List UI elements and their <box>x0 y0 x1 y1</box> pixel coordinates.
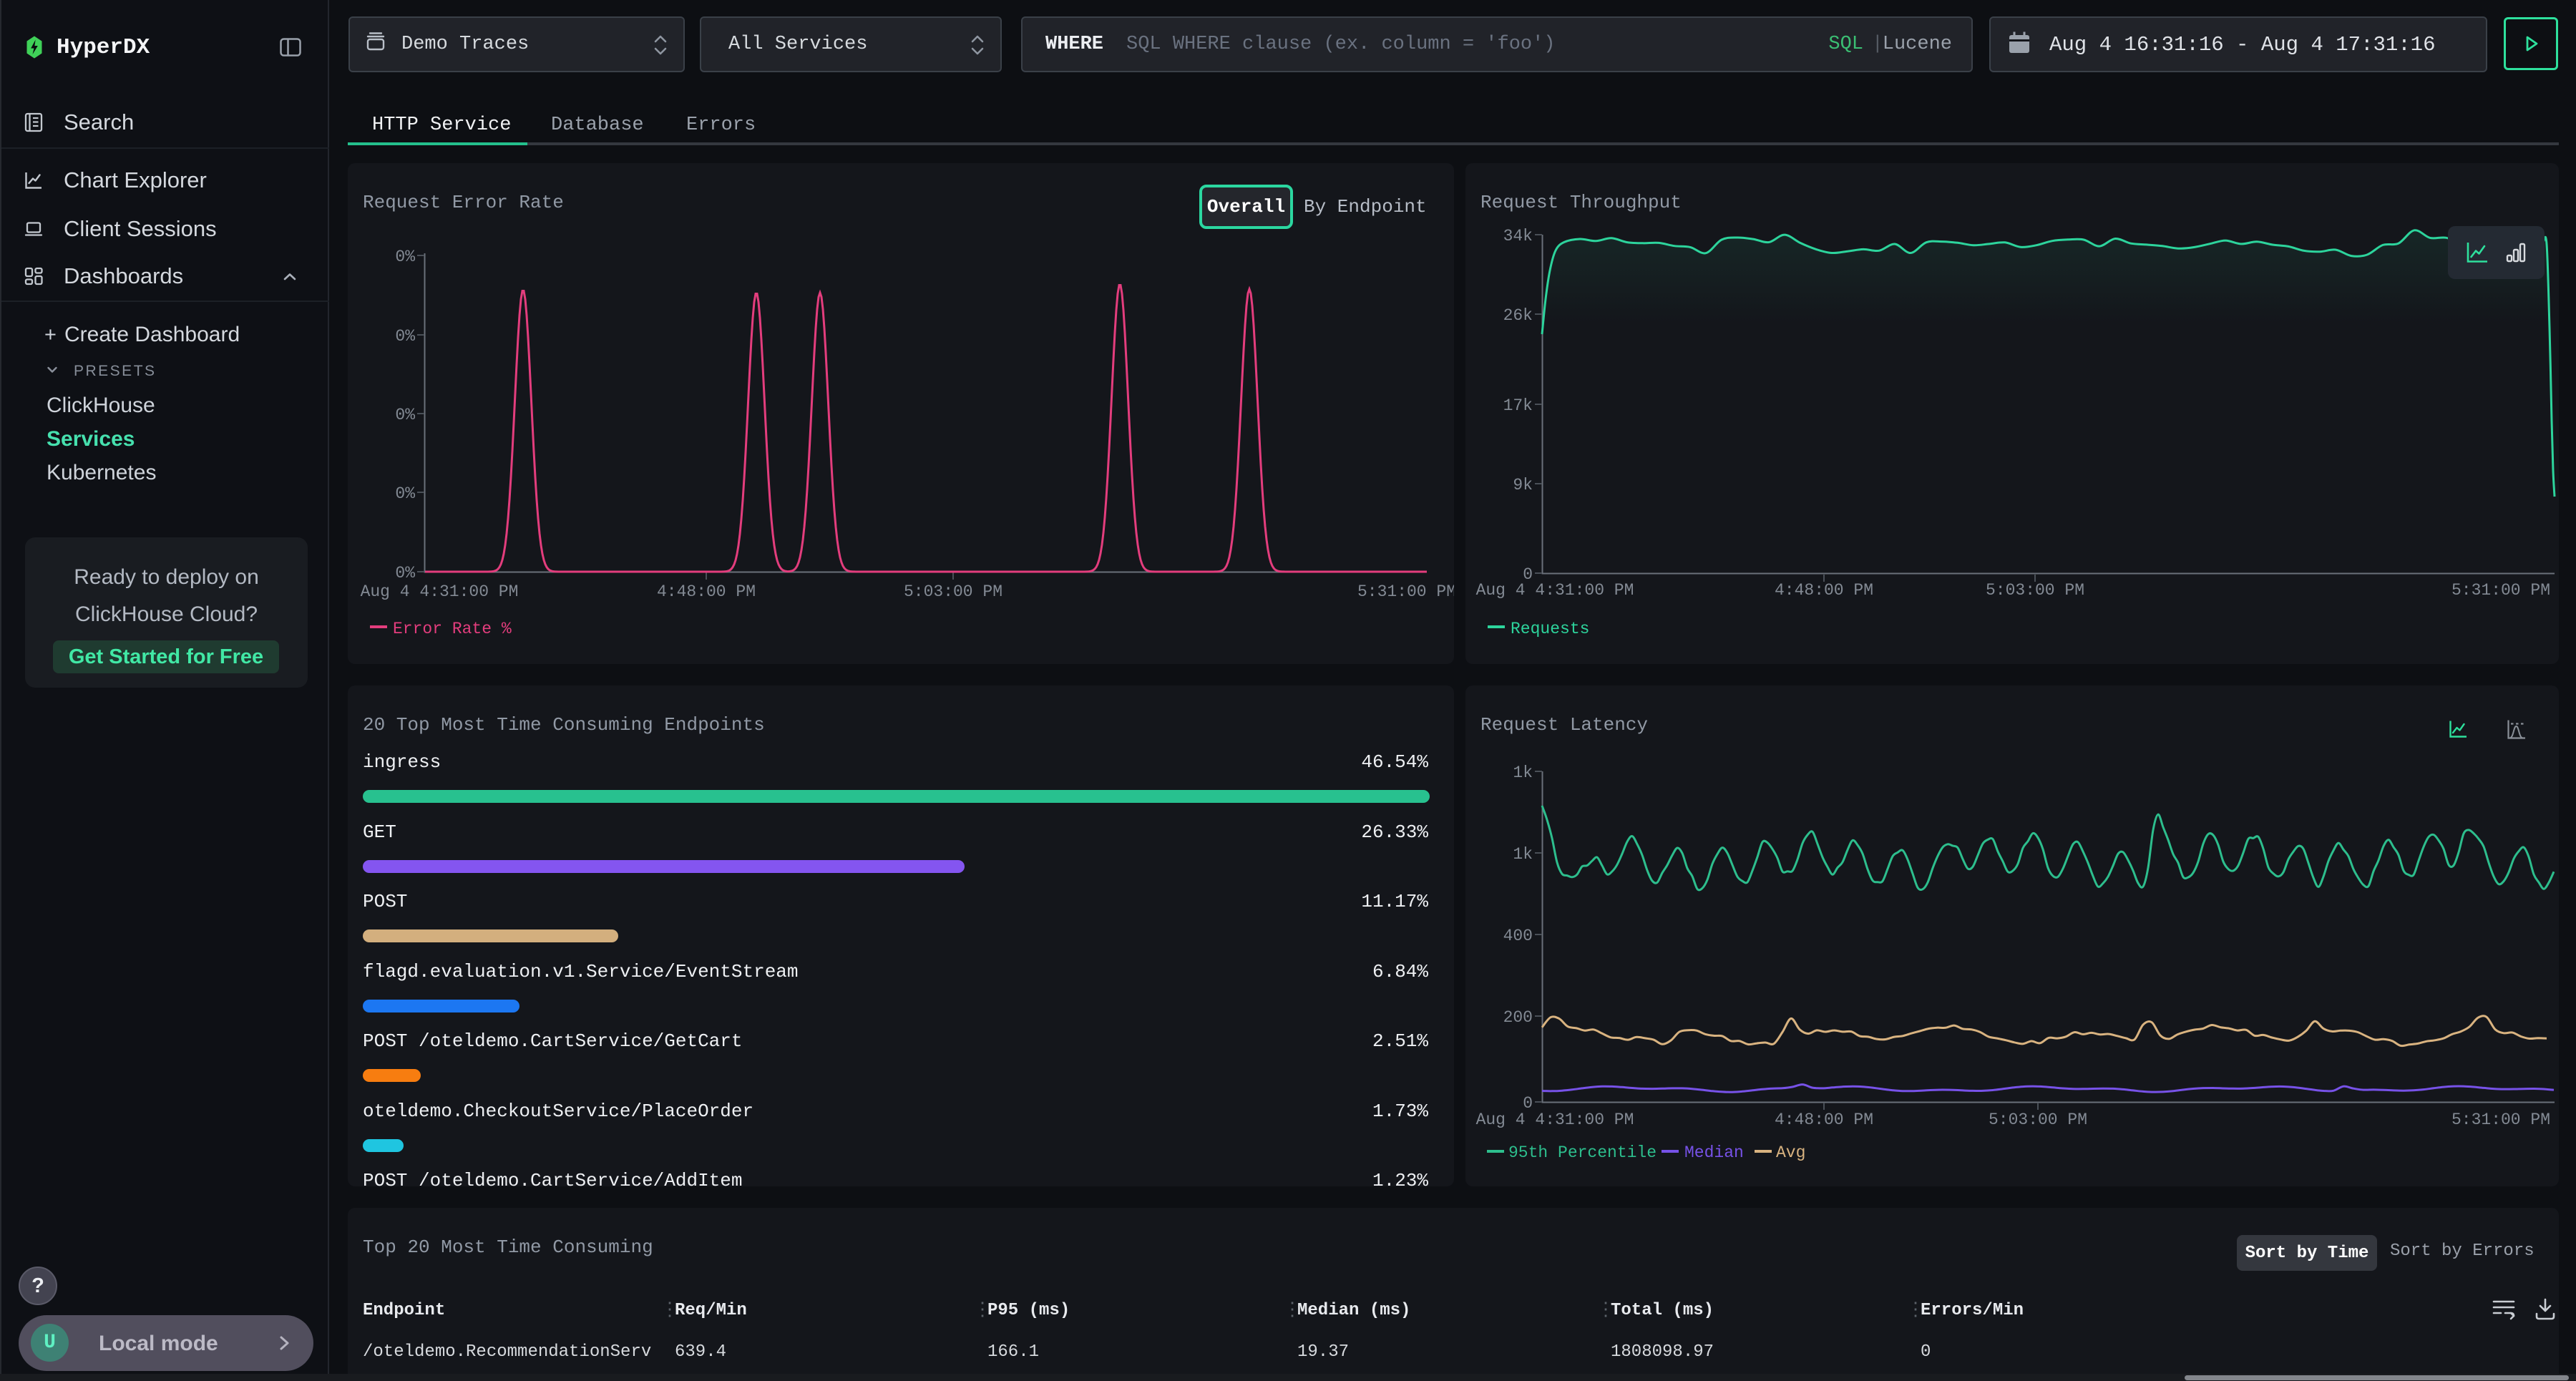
svg-text:Aug 4 4:31:00 PM: Aug 4 4:31:00 PM <box>1476 1111 1634 1129</box>
svg-text:4:48:00 PM: 4:48:00 PM <box>1775 1111 1873 1129</box>
svg-text:5:03:00 PM: 5:03:00 PM <box>1989 1111 2087 1129</box>
svg-text:4:48:00 PM: 4:48:00 PM <box>1775 581 1873 600</box>
svg-text:Requests: Requests <box>1511 620 1589 638</box>
svg-text:1k: 1k <box>1513 763 1533 782</box>
svg-text:Aug 4 4:31:00 PM: Aug 4 4:31:00 PM <box>1476 581 1634 600</box>
svg-text:Avg: Avg <box>1776 1143 1805 1162</box>
svg-text:17k: 17k <box>1503 396 1533 415</box>
svg-text:Median: Median <box>1684 1143 1744 1162</box>
svg-text:0%: 0% <box>395 327 415 346</box>
svg-text:4:48:00 PM: 4:48:00 PM <box>657 582 756 601</box>
svg-text:5:03:00 PM: 5:03:00 PM <box>1986 581 2084 600</box>
svg-text:1k: 1k <box>1513 845 1533 864</box>
svg-text:200: 200 <box>1503 1008 1533 1027</box>
svg-text:5:31:00 PM: 5:31:00 PM <box>2451 1111 2550 1129</box>
svg-text:34k: 34k <box>1503 227 1533 245</box>
svg-text:0%: 0% <box>395 406 415 424</box>
svg-text:5:31:00 PM: 5:31:00 PM <box>1357 582 1454 601</box>
svg-text:0%: 0% <box>395 484 415 503</box>
svg-text:5:31:00 PM: 5:31:00 PM <box>2451 581 2550 600</box>
svg-text:95th Percentile: 95th Percentile <box>1508 1143 1657 1162</box>
svg-text:Error Rate %: Error Rate % <box>393 620 512 638</box>
svg-text:5:03:00 PM: 5:03:00 PM <box>904 582 1002 601</box>
svg-text:0%: 0% <box>395 248 415 266</box>
svg-text:26k: 26k <box>1503 306 1533 325</box>
svg-text:0%: 0% <box>395 564 415 582</box>
svg-text:9k: 9k <box>1513 476 1533 494</box>
svg-text:Aug 4 4:31:00 PM: Aug 4 4:31:00 PM <box>361 582 519 601</box>
svg-text:400: 400 <box>1503 927 1533 945</box>
